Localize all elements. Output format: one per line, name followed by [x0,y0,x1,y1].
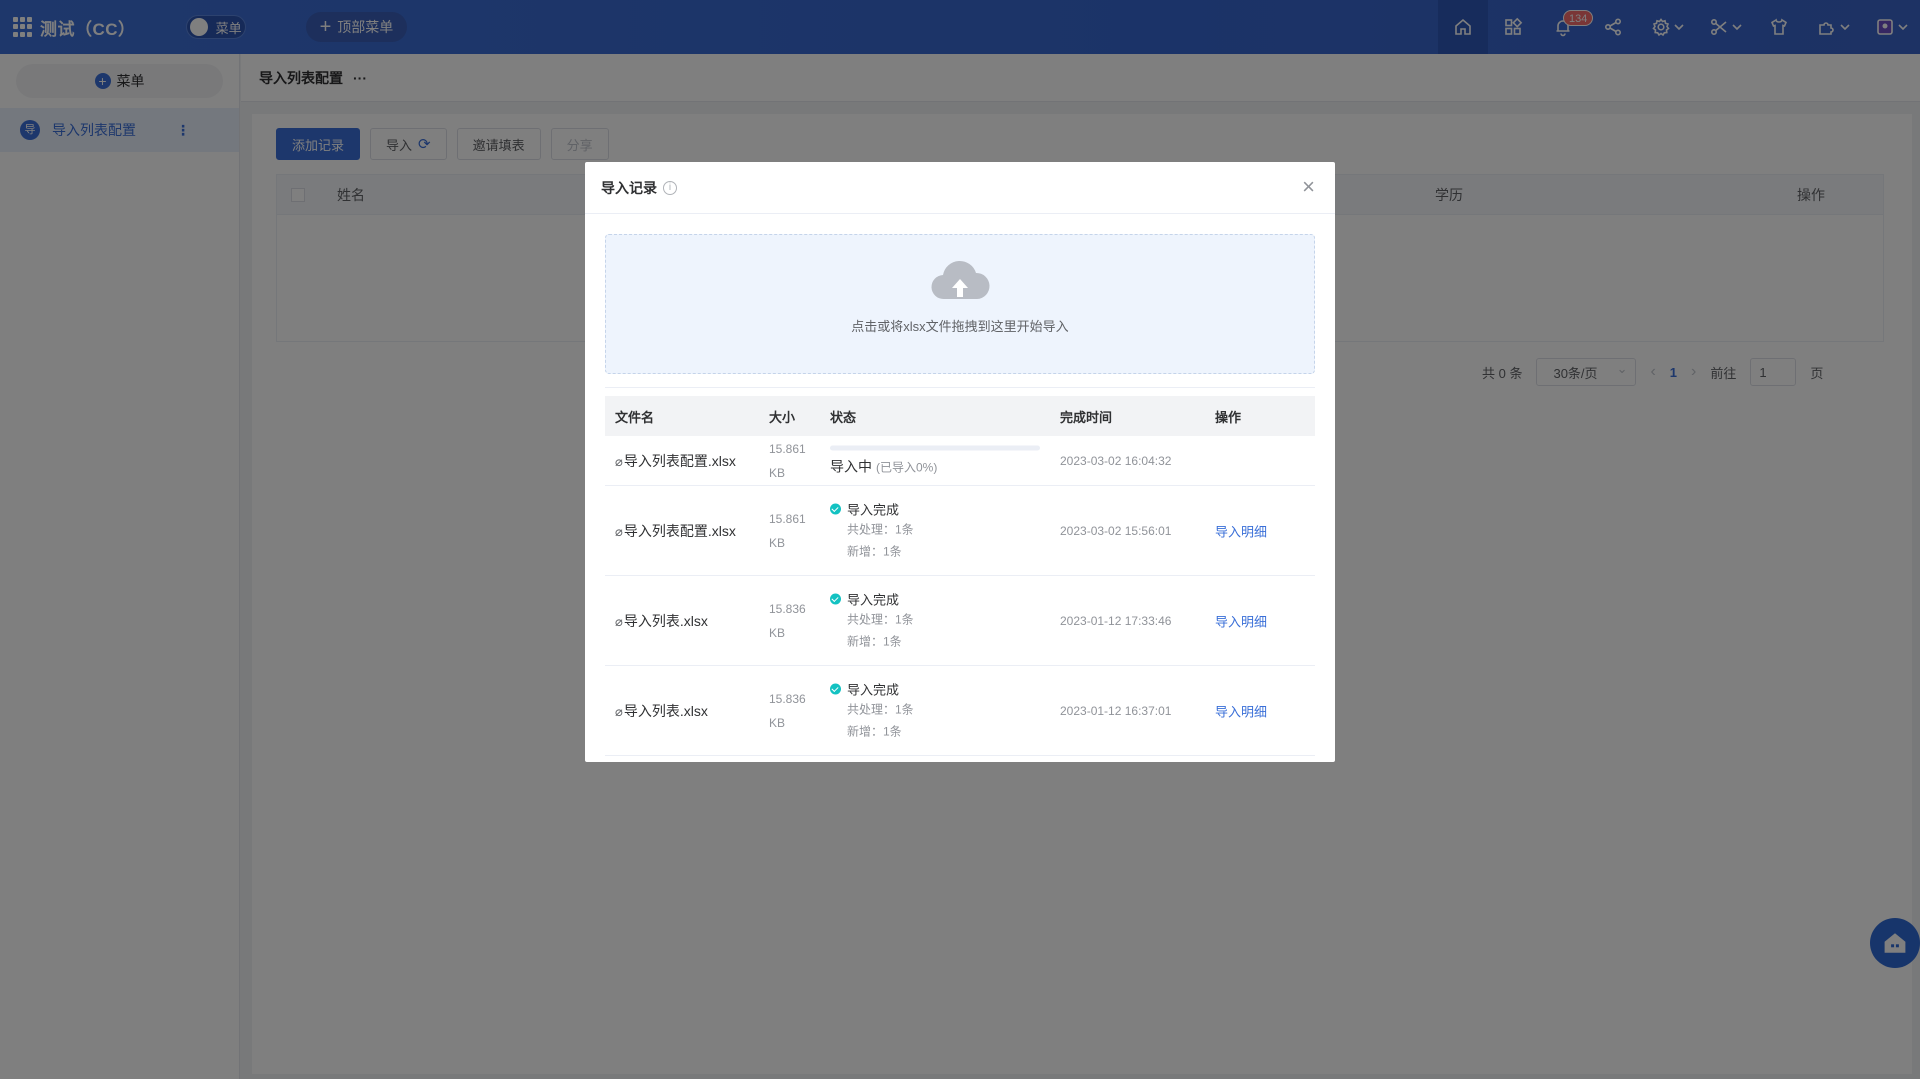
status-importing: 导入中 (已导入0%) [830,456,1040,476]
paperclip-icon: ⌀ [615,703,623,719]
table-row: ⌀导入列表配置.xlsx 15.861 KB 导入完成 共处理：1条 新增：1条… [605,486,1315,576]
completion-time: 2023-03-02 16:04:32 [1060,453,1172,468]
records-table-header: 文件名 大小 状态 完成时间 操作 [605,396,1315,436]
status-done: 导入完成 [830,589,914,608]
import-detail-link[interactable]: 导入明细 [1215,611,1267,630]
paperclip-icon: ⌀ [615,613,623,629]
file-name-cell: ⌀导入列表配置.xlsx [615,521,736,541]
file-size: 15.861 KB [769,511,806,550]
import-progress-bar [830,445,1040,450]
import-detail-link[interactable]: 导入明细 [1215,701,1267,720]
processed-count: 共处理：1条 [847,522,914,536]
status-text: 导入中 [830,458,872,474]
close-icon[interactable]: × [1302,176,1315,198]
import-records-table: 文件名 大小 状态 完成时间 操作 ⌀导入列表配置.xlsx 15.861 KB… [605,396,1315,756]
table-row: ⌀导入列表.xlsx 15.836 KB 导入完成 共处理：1条 新增：1条 2… [605,666,1315,756]
status-cell: 导入完成 共处理：1条 新增：1条 [830,589,914,652]
column-header-time: 完成时间 [1060,409,1113,425]
status-text: 导入完成 [847,592,900,607]
status-done: 导入完成 [830,679,914,698]
added-count: 新增：1条 [847,724,902,738]
cloud-upload-icon [931,260,990,300]
table-row: ⌀导入列表.xlsx 15.836 KB 导入完成 共处理：1条 新增：1条 2… [605,576,1315,666]
file-name-cell: ⌀导入列表.xlsx [615,611,708,631]
completion-time: 2023-03-02 15:56:01 [1060,523,1172,538]
column-header-filename: 文件名 [615,409,655,425]
file-name: 导入列表.xlsx [623,612,708,629]
column-header-size: 大小 [769,409,796,425]
dialog-title: 导入记录 [601,179,657,196]
dialog-header: 导入记录 i × [585,162,1335,214]
processed-count: 共处理：1条 [847,702,914,716]
status-text: 导入完成 [847,682,900,697]
completion-time: 2023-01-12 17:33:46 [1060,613,1172,628]
table-row: ⌀导入列表配置.xlsx 15.861 KB 导入中 (已导入0%) 2023-0… [605,436,1315,486]
file-size: 15.861 KB [769,441,806,480]
paperclip-icon: ⌀ [615,523,623,539]
progress-text: (已导入0%) [876,460,938,474]
file-name: 导入列表配置.xlsx [623,452,736,469]
file-name: 导入列表.xlsx [623,702,708,719]
status-cell: 导入完成 共处理：1条 新增：1条 [830,679,914,742]
added-count: 新增：1条 [847,544,902,558]
file-size: 15.836 KB [769,691,806,730]
check-circle-icon [830,683,841,694]
file-name: 导入列表配置.xlsx [623,522,736,539]
paperclip-icon: ⌀ [615,453,623,469]
import-detail-link[interactable]: 导入明细 [1215,521,1267,540]
column-header-operation: 操作 [1215,409,1242,425]
status-cell: 导入中 (已导入0%) [830,445,1040,476]
divider [605,387,1315,388]
column-header-status: 状态 [830,409,857,425]
file-name-cell: ⌀导入列表配置.xlsx [615,451,736,471]
check-circle-icon [830,593,841,604]
completion-time: 2023-01-12 16:37:01 [1060,703,1172,718]
file-size: 15.836 KB [769,601,806,640]
added-count: 新增：1条 [847,634,902,648]
status-cell: 导入完成 共处理：1条 新增：1条 [830,499,914,562]
processed-count: 共处理：1条 [847,612,914,626]
info-icon[interactable]: i [663,180,677,195]
check-circle-icon [830,503,841,514]
upload-hint: 点击或将xlsx文件拖拽到这里开始导入 [851,319,1069,334]
file-name-cell: ⌀导入列表.xlsx [615,701,708,721]
status-text: 导入完成 [847,502,900,517]
import-records-dialog: 导入记录 i × 点击或将xlsx文件拖拽到这里开始导入 文件名 大小 状态 完… [585,162,1335,762]
upload-dropzone[interactable]: 点击或将xlsx文件拖拽到这里开始导入 [605,234,1315,374]
status-done: 导入完成 [830,499,914,518]
